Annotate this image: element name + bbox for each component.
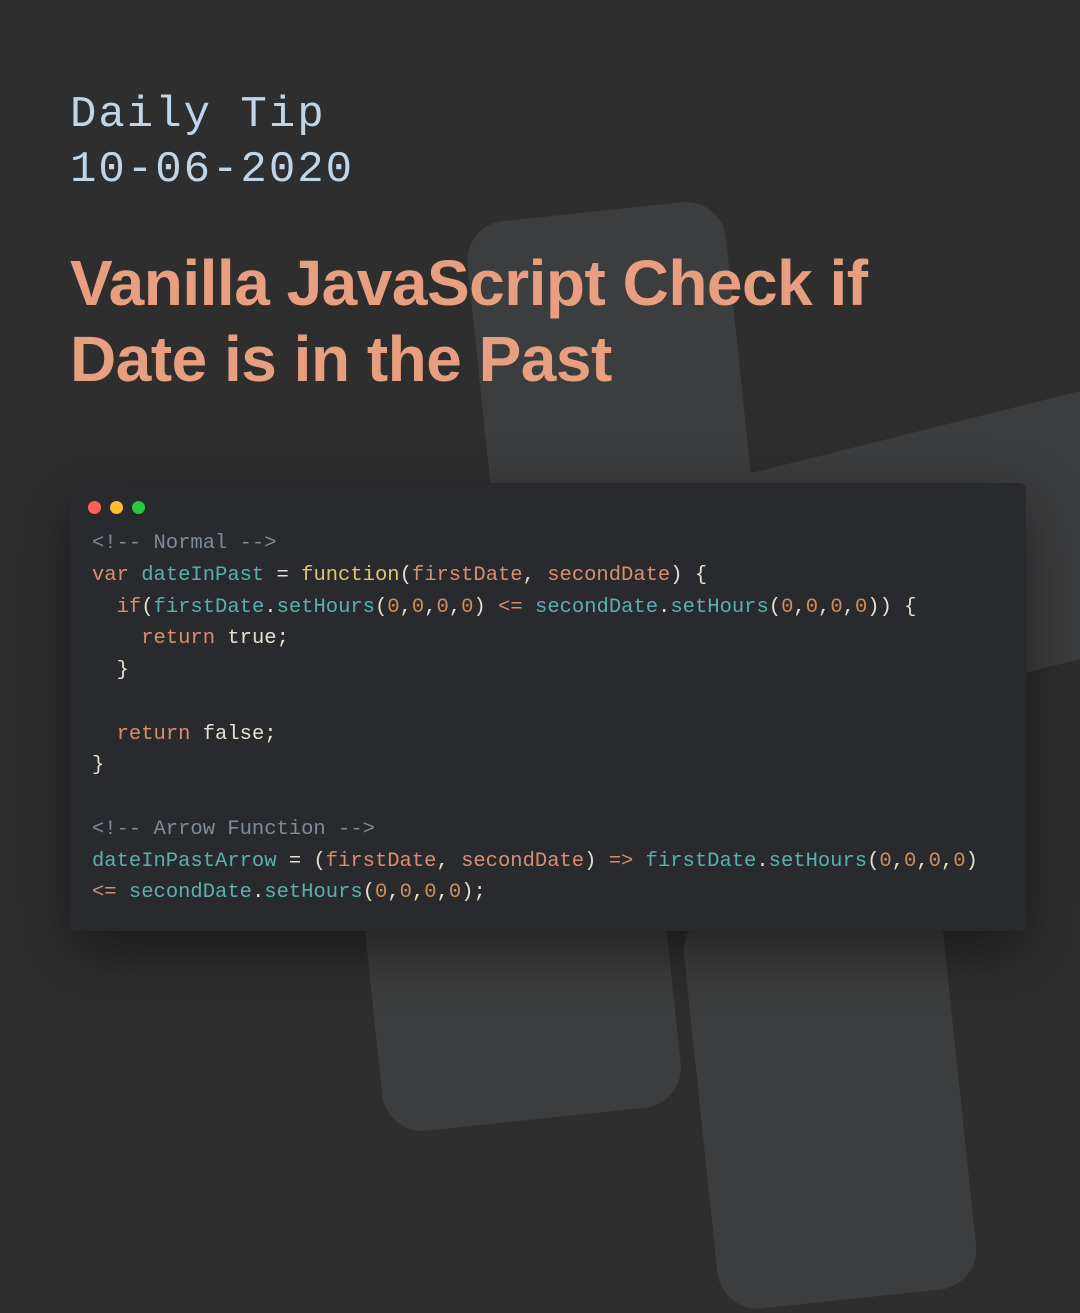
code-block: <!-- Normal --> var dateInPast = functio… <box>70 524 1026 909</box>
minimize-icon <box>110 501 123 514</box>
window-traffic-lights <box>70 483 1026 524</box>
close-icon <box>88 501 101 514</box>
eyebrow: Daily Tip 10-06-2020 <box>70 88 1010 198</box>
page-title: Vanilla JavaScript Check if Date is in t… <box>70 246 1010 397</box>
eyebrow-line-2: 10-06-2020 <box>70 143 1010 198</box>
code-window: <!-- Normal --> var dateInPast = functio… <box>70 483 1026 931</box>
eyebrow-line-1: Daily Tip <box>70 88 1010 143</box>
maximize-icon <box>132 501 145 514</box>
